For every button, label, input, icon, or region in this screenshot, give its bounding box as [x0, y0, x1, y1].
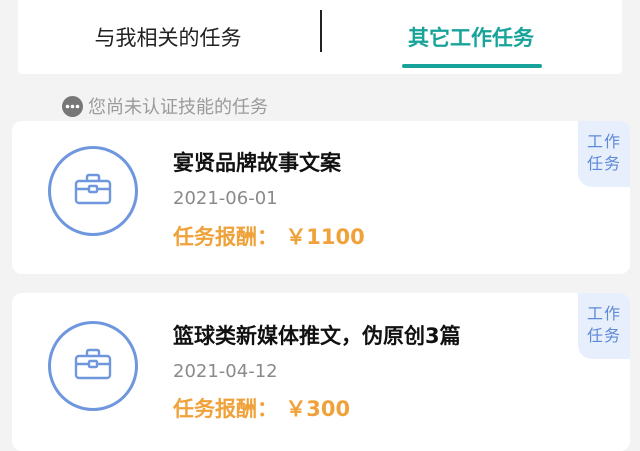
tab-other-tasks[interactable]: 其它工作任务	[336, 0, 606, 74]
task-card[interactable]: 篮球类新媒体推文，伪原创3篇 2021-04-12 任务报酬： ￥300 工作 …	[12, 293, 630, 451]
tab-other-label: 其它工作任务	[408, 26, 534, 50]
pay-value: ￥1100	[285, 225, 365, 249]
badge-line: 工作	[586, 304, 621, 323]
more-dots-icon	[62, 95, 83, 117]
badge-line: 任务	[586, 154, 621, 173]
badge-line: 工作	[586, 132, 621, 151]
briefcase-icon	[73, 347, 113, 385]
task-type-badge: 工作 任务	[578, 121, 630, 187]
tab-related-label: 与我相关的任务	[94, 26, 242, 50]
task-title: 篮球类新媒体推文，伪原创3篇	[173, 324, 461, 348]
task-title: 宴贤品牌故事文案	[173, 151, 341, 175]
notice-text: 您尚未认证技能的任务	[88, 97, 268, 118]
tab-related-tasks[interactable]: 与我相关的任务	[33, 0, 303, 74]
pay-label: 任务报酬：	[173, 225, 278, 249]
tab-bar: 与我相关的任务 其它工作任务	[18, 0, 622, 74]
task-type-badge: 工作 任务	[578, 293, 630, 359]
tab-divider	[320, 10, 322, 52]
task-card[interactable]: 宴贤品牌故事文案 2021-06-01 任务报酬： ￥1100 工作 任务	[12, 121, 630, 274]
task-pay: 任务报酬： ￥300	[173, 393, 350, 423]
task-date: 2021-04-12	[173, 361, 278, 382]
badge-line: 任务	[586, 326, 621, 345]
uncertified-notice: 您尚未认证技能的任务	[62, 93, 268, 119]
pay-value: ￥300	[285, 397, 351, 421]
task-pay: 任务报酬： ￥1100	[173, 221, 365, 251]
briefcase-icon	[73, 172, 113, 210]
task-icon-circle	[48, 321, 138, 411]
task-date: 2021-06-01	[173, 188, 278, 209]
pay-label: 任务报酬：	[173, 397, 278, 421]
task-icon-circle	[48, 146, 138, 236]
active-tab-indicator	[402, 64, 542, 68]
